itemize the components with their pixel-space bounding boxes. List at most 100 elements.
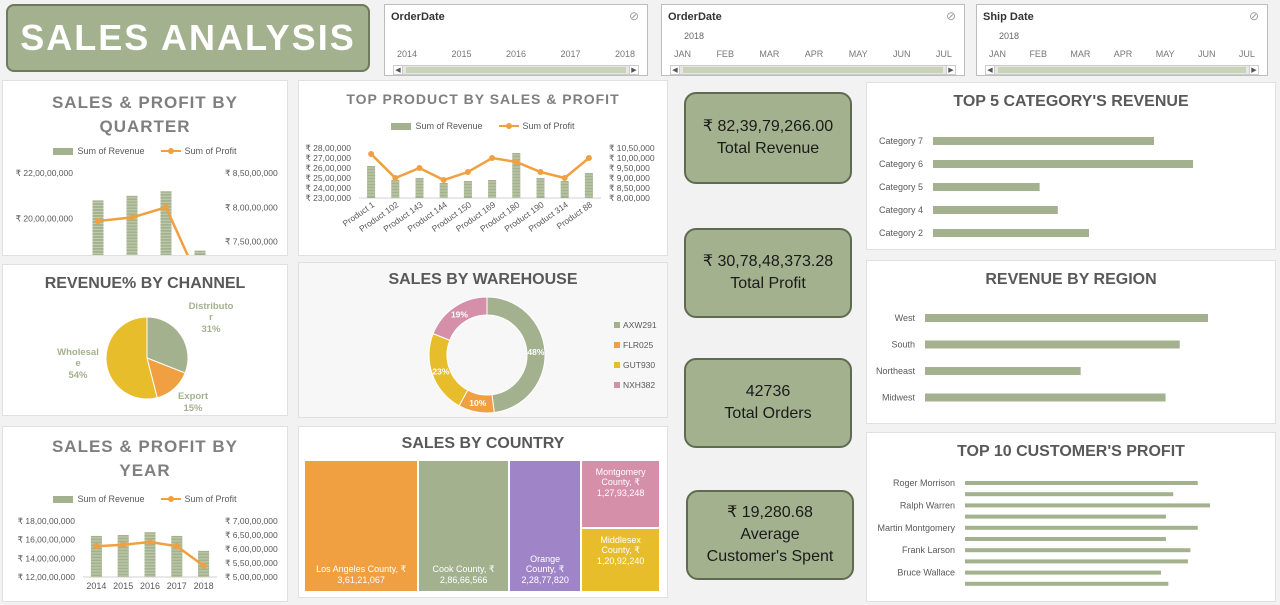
quarter-chart-panel: SALES & PROFIT BY QUARTER Sum of Revenue… bbox=[2, 80, 288, 256]
orderdate-year-slicer[interactable]: OrderDate ⊘ 2014 2015 2016 2017 2018 ◀ ▶ bbox=[384, 4, 648, 76]
y-tick-label: ₹ 25,00,000 bbox=[305, 173, 351, 183]
warehouse-slice-label: 23% bbox=[432, 367, 449, 377]
country-tile-label: Middlesex County, ₹ 1,20,92,240 bbox=[596, 534, 645, 566]
orderdate-month-slicer[interactable]: OrderDate ⊘ 2018 JAN FEB MAR APR MAY JUN JUL ◀ ▶ bbox=[661, 4, 965, 76]
scroll-thumb[interactable] bbox=[683, 67, 943, 73]
y2-tick-label: ₹ 9,00,000 bbox=[609, 173, 650, 183]
category-bar-chart: Category 7 Category 6 Category 5 Category 4… bbox=[879, 136, 1193, 238]
hbar bbox=[925, 340, 1180, 349]
scroll-thumb[interactable] bbox=[406, 67, 626, 73]
x-tick-label: 2017 bbox=[167, 581, 187, 591]
warehouse-slice-label: 19% bbox=[451, 309, 468, 319]
hbar-category-label: Bruce Wallace bbox=[897, 568, 955, 578]
slicer-period[interactable]: FEB bbox=[716, 49, 734, 59]
x-tick-label: 2016 bbox=[140, 581, 160, 591]
total-revenue-value: ₹ 82,39,79,266.00 bbox=[702, 118, 834, 135]
slicer-period[interactable]: 2014 bbox=[397, 49, 417, 59]
channel-slice-percent: 31% bbox=[201, 324, 221, 335]
quarter-chart-legend: Sum of Revenue Sum of Profit bbox=[3, 146, 287, 156]
slicer-period[interactable]: FEB bbox=[1029, 49, 1047, 59]
y-tick-label: ₹ 27,00,000 bbox=[305, 153, 351, 163]
slicer-period[interactable]: 2015 bbox=[451, 49, 471, 59]
warehouse-slice-label: 10% bbox=[469, 398, 486, 408]
y-tick-label: ₹ 24,00,000 bbox=[305, 183, 351, 193]
total-profit-card: ₹ 30,78,48,373.28 Total Profit bbox=[684, 228, 852, 318]
avg-customer-spent-label: Average Customer's Spent bbox=[706, 526, 834, 565]
y2-tick-label: ₹ 6,50,00,000 bbox=[225, 530, 278, 540]
slicer-scrollbar[interactable]: ◀ ▶ bbox=[393, 65, 639, 75]
slicer-period[interactable]: APR bbox=[1114, 49, 1133, 59]
profit-point bbox=[129, 214, 135, 221]
hbar-category-label: Midwest bbox=[882, 393, 916, 403]
channel-slice-label: Wholesal bbox=[57, 347, 99, 358]
country-chart-panel: SALES BY COUNTRY Los Angeles County, ₹ 3… bbox=[298, 426, 668, 598]
y2-tick-label: ₹ 7,00,00,000 bbox=[225, 516, 278, 526]
country-tile-label: Los Angeles County, ₹ 3,61,21,067 bbox=[316, 564, 407, 585]
clear-filter-icon[interactable]: ⊘ bbox=[1249, 9, 1259, 23]
clear-filter-icon[interactable]: ⊘ bbox=[946, 9, 956, 23]
scroll-left-icon[interactable]: ◀ bbox=[985, 65, 995, 75]
slicer-period[interactable]: MAY bbox=[1156, 49, 1175, 59]
clear-filter-icon[interactable]: ⊘ bbox=[629, 9, 639, 23]
profit-line bbox=[370, 153, 590, 182]
slicer-period[interactable]: JUL bbox=[1239, 49, 1255, 59]
profit-point bbox=[95, 217, 101, 224]
slicer-period[interactable]: JAN bbox=[989, 49, 1006, 59]
scroll-right-icon[interactable]: ▶ bbox=[629, 65, 639, 75]
hbar bbox=[965, 525, 1198, 530]
warehouse-slice-label: 48% bbox=[527, 347, 544, 357]
slicer-period[interactable]: APR bbox=[805, 49, 824, 59]
slicer-period[interactable]: 2017 bbox=[560, 49, 580, 59]
scroll-thumb[interactable] bbox=[998, 67, 1246, 73]
scroll-right-icon[interactable]: ▶ bbox=[946, 65, 956, 75]
slicer-period[interactable]: JUN bbox=[1198, 49, 1216, 59]
slicer-period[interactable]: JUL bbox=[936, 49, 952, 59]
slicer-scrollbar[interactable]: ◀ ▶ bbox=[670, 65, 956, 75]
y2-tick-label: ₹ 8,50,000 bbox=[609, 183, 650, 193]
slicer-period[interactable]: JAN bbox=[674, 49, 691, 59]
hbar bbox=[965, 514, 1166, 519]
profit-point bbox=[93, 543, 100, 550]
channel-pie-chart: Distributor31% Export15% Wholesale54% bbox=[57, 301, 233, 414]
warehouse-legend-swatch bbox=[614, 322, 620, 328]
category-chart-panel: TOP 5 CATEGORY'S REVENUE Category 7 Categ… bbox=[866, 82, 1276, 250]
country-treemap: Los Angeles County, ₹ 3,61,21,067 Cook Co… bbox=[305, 461, 661, 593]
slicer-period[interactable]: 2016 bbox=[506, 49, 526, 59]
profit-point bbox=[200, 562, 207, 569]
hbar-category-label: Roger Morrison bbox=[893, 478, 955, 488]
slicer-scrollbar[interactable]: ◀ ▶ bbox=[985, 65, 1259, 75]
scroll-left-icon[interactable]: ◀ bbox=[670, 65, 680, 75]
scroll-right-icon[interactable]: ▶ bbox=[1249, 65, 1259, 75]
shipdate-month-slicer[interactable]: Ship Date ⊘ 2018 JAN FEB MAR APR MAY JUN JUL ◀ ▶ bbox=[976, 4, 1268, 76]
profit-point bbox=[513, 159, 520, 165]
revenue-bar bbox=[391, 180, 400, 198]
year-chart: ₹ 18,00,00,000 ₹ 16,00,00,000 ₹ 14,00,00,0… bbox=[18, 516, 278, 591]
scroll-left-icon[interactable]: ◀ bbox=[393, 65, 403, 75]
slicer-timeline-labels: JAN FEB MAR APR MAY JUN JUL bbox=[989, 49, 1255, 59]
hbar-category-label: Martin Montgomery bbox=[877, 523, 955, 533]
hbar bbox=[925, 393, 1166, 402]
hbar-category-label: Category 5 bbox=[879, 182, 923, 192]
hbar bbox=[933, 206, 1058, 214]
profit-point bbox=[368, 151, 375, 157]
quarter-chart: ₹ 22,00,00,000₹ 20,00,00,000₹ 18,00,00,0… bbox=[16, 168, 278, 255]
slicer-period[interactable]: 2018 bbox=[615, 49, 635, 59]
slicer-period[interactable]: MAY bbox=[849, 49, 868, 59]
slicer-title: OrderDate bbox=[668, 11, 722, 23]
profit-point bbox=[392, 175, 399, 181]
profit-point bbox=[537, 169, 544, 175]
country-tile-label: Cook County, ₹ 2,86,66,566 bbox=[432, 564, 495, 585]
profit-point bbox=[464, 169, 471, 175]
channel-slice-label: Export bbox=[178, 391, 209, 402]
warehouse-legend-label: FLR025 bbox=[623, 340, 654, 350]
warehouse-legend-label: AXW291 bbox=[623, 320, 657, 330]
slicer-period[interactable]: MAR bbox=[759, 49, 779, 59]
slicer-period[interactable]: MAR bbox=[1070, 49, 1090, 59]
total-orders-card: 42736 Total Orders bbox=[684, 358, 852, 448]
warehouse-legend-swatch bbox=[614, 362, 620, 368]
hbar-category-label: Category 4 bbox=[879, 205, 923, 215]
slicer-period[interactable]: JUN bbox=[893, 49, 911, 59]
avg-customer-spent-card: ₹ 19,280.68 Average Customer's Spent bbox=[686, 490, 854, 580]
hbar bbox=[965, 559, 1188, 564]
y2-tick-label: ₹ 5,00,00,000 bbox=[225, 572, 278, 582]
